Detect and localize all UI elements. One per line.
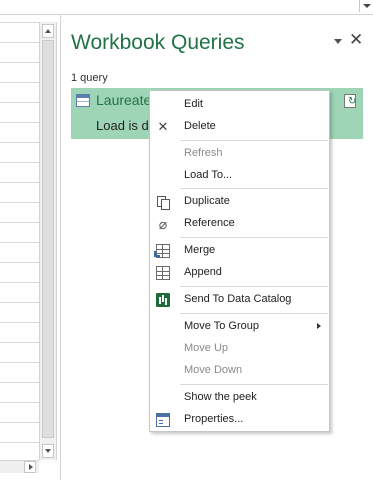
- query-name[interactable]: Laureate: [96, 92, 151, 108]
- menu-item-move-to-group[interactable]: Move To Group: [150, 316, 329, 338]
- menu-item-properties[interactable]: Properties...: [150, 409, 329, 431]
- pane-title: Workbook Queries: [71, 31, 245, 54]
- menu-item-load-to[interactable]: Load To...: [150, 165, 329, 187]
- menu-item-show-the-peek[interactable]: Show the peek: [150, 387, 329, 409]
- grid-row: [0, 222, 39, 223]
- refresh-icon[interactable]: [344, 94, 356, 108]
- grid-row: [0, 362, 39, 363]
- menu-item-label: Send To Data Catalog: [184, 293, 292, 305]
- menu-item-move-up[interactable]: Move Up: [150, 338, 329, 360]
- grid-row: [0, 322, 39, 323]
- append-icon: [156, 266, 170, 280]
- scroll-right-button[interactable]: [24, 461, 36, 473]
- menu-item-label: Merge: [184, 244, 216, 256]
- merge-icon: [154, 244, 170, 258]
- menu-item-edit[interactable]: Edit: [150, 94, 329, 116]
- grid-row: [0, 302, 39, 303]
- menu-item-label: Append: [184, 266, 222, 278]
- submenu-arrow-icon: [317, 323, 321, 329]
- scrollbar-thumb[interactable]: [42, 40, 54, 438]
- duplicate-icon: [156, 195, 170, 210]
- menu-separator: [180, 237, 328, 238]
- grid-row: [0, 202, 39, 203]
- menu-item-label: Delete: [184, 120, 216, 132]
- grid-row: [0, 162, 39, 163]
- grid-row: [0, 442, 39, 443]
- menu-item-reference[interactable]: ⌀ Reference: [150, 213, 329, 235]
- grid-row: [0, 382, 39, 383]
- chevron-down-icon[interactable]: [359, 0, 373, 12]
- menu-item-label: Load To...: [184, 169, 233, 181]
- menu-item-label: Refresh: [184, 147, 223, 159]
- menu-item-refresh[interactable]: Refresh: [150, 143, 329, 165]
- grid-row: [0, 122, 39, 123]
- grid-row: [0, 62, 39, 63]
- menu-item-duplicate[interactable]: Duplicate: [150, 191, 329, 213]
- close-icon: ✕: [157, 119, 169, 134]
- query-status: Load is d: [96, 118, 149, 133]
- grid-row: [0, 102, 39, 103]
- menu-item-merge[interactable]: Merge: [150, 240, 329, 262]
- grid-row: [0, 82, 39, 83]
- horizontal-scrollbar[interactable]: [0, 460, 39, 473]
- menu-item-label: Move Up: [184, 342, 229, 354]
- grid-row: [0, 182, 39, 183]
- menu-separator: [180, 286, 328, 287]
- formula-bar-strip: [0, 0, 373, 15]
- scroll-down-button[interactable]: [42, 444, 54, 458]
- worksheet-grid[interactable]: [0, 22, 40, 460]
- menu-item-label: Edit: [184, 98, 203, 110]
- vertical-scrollbar[interactable]: [39, 22, 57, 460]
- grid-row: [0, 22, 39, 23]
- grid-row: [0, 42, 39, 43]
- grid-row: [0, 262, 39, 263]
- menu-separator: [180, 188, 328, 189]
- query-count: 1 query: [71, 72, 108, 84]
- pane-divider[interactable]: [60, 14, 61, 480]
- pane-options-chevron-icon[interactable]: [334, 39, 342, 44]
- menu-item-delete[interactable]: ✕ Delete: [150, 116, 329, 138]
- context-menu: Edit ✕ Delete Refresh Load To... Duplica…: [149, 90, 330, 432]
- table-icon: [76, 94, 90, 107]
- grid-row: [0, 402, 39, 403]
- grid-row: [0, 142, 39, 143]
- grid-row: [0, 282, 39, 283]
- menu-separator: [180, 384, 328, 385]
- menu-item-label: Reference: [184, 217, 235, 229]
- menu-separator: [180, 313, 328, 314]
- close-icon[interactable]: ✕: [349, 31, 363, 49]
- grid-row: [0, 342, 39, 343]
- menu-item-send-to-data-catalog[interactable]: Send To Data Catalog: [150, 289, 329, 311]
- properties-icon: [156, 413, 170, 427]
- menu-item-label: Move Down: [184, 364, 243, 376]
- data-catalog-icon: [156, 293, 170, 307]
- menu-item-append[interactable]: Append: [150, 262, 329, 284]
- menu-item-label: Duplicate: [184, 195, 230, 207]
- menu-separator: [180, 140, 328, 141]
- grid-row: [0, 422, 39, 423]
- menu-item-move-down[interactable]: Move Down: [150, 360, 329, 382]
- paperclip-icon: ⌀: [158, 216, 168, 232]
- menu-item-label: Show the peek: [184, 391, 257, 403]
- scroll-up-button[interactable]: [42, 24, 54, 38]
- menu-item-label: Properties...: [184, 413, 244, 425]
- grid-row: [0, 242, 39, 243]
- menu-item-label: Move To Group: [184, 320, 260, 332]
